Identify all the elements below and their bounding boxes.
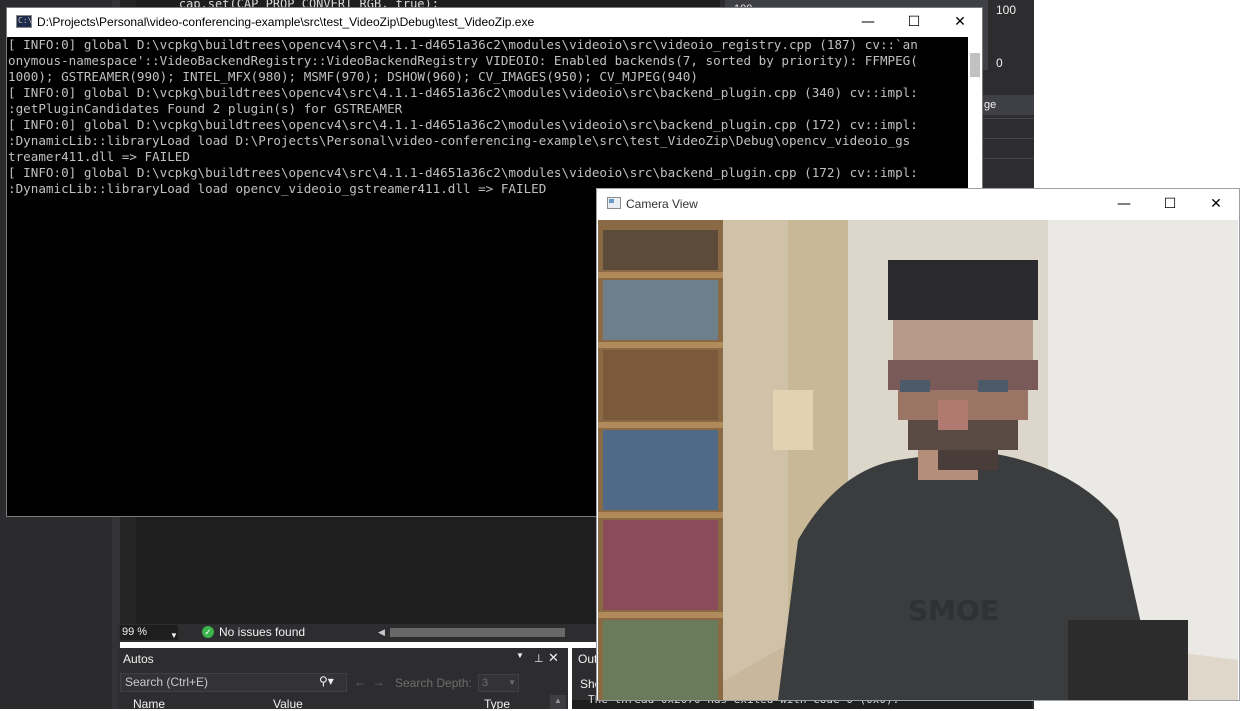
search-depth-value: 3 (482, 677, 489, 689)
maximize-button[interactable]: ☐ (891, 8, 937, 37)
console-scrollbar-thumb[interactable] (970, 53, 980, 77)
chevron-down-icon[interactable]: ▼ (516, 651, 524, 660)
minimize-button[interactable]: — (1101, 189, 1147, 219)
property-max-value: 100 (996, 3, 1017, 17)
pin-icon[interactable]: ⊥ (534, 652, 544, 665)
console-line: :DynamicLib::libraryLoad load D:\Project… (8, 133, 911, 148)
console-icon-label: C:\ (18, 16, 33, 25)
camera-title-bar[interactable]: Camera View — ☐ ✕ (597, 189, 1239, 219)
vertical-scrollbar[interactable]: ▲ (550, 695, 566, 709)
scroll-up-icon[interactable]: ▲ (554, 696, 562, 705)
camera-video-frame: SMOE (598, 220, 1238, 700)
autos-search-input[interactable]: Search (Ctrl+E) ⚲▾ (120, 673, 347, 692)
output-title[interactable]: Out (578, 652, 597, 666)
camera-window-title: Camera View (626, 197, 698, 211)
console-line: [ INFO:0] global D:\vcpkg\buildtrees\ope… (8, 37, 918, 52)
close-icon[interactable]: ✕ (548, 650, 559, 666)
zoom-level: 99 % (122, 626, 148, 638)
window-app-icon[interactable] (607, 197, 621, 209)
console-line: treamer411.dll => FAILED (8, 149, 190, 164)
property-min-value: 0 (996, 56, 1003, 70)
scroll-left-icon[interactable]: ◀ (378, 627, 385, 638)
close-button[interactable]: ✕ (937, 8, 983, 37)
property-header-label: ge (984, 99, 997, 111)
chevron-down-icon: ▼ (170, 631, 178, 640)
autos-panel: Autos ▼ ⊥ ✕ Search (Ctrl+E) ⚲▾ ← → Searc… (118, 648, 568, 711)
maximize-button[interactable]: ☐ (1147, 189, 1193, 219)
autos-title[interactable]: Autos (123, 652, 154, 666)
console-line: [ INFO:0] global D:\vcpkg\buildtrees\ope… (8, 117, 918, 132)
check-circle-icon: ✓ (202, 626, 214, 638)
search-back-forward-icons[interactable]: ← → (354, 675, 385, 689)
shirt-text: SMOE (908, 594, 999, 627)
camera-view-window: Camera View — ☐ ✕ SMOE (596, 188, 1240, 701)
console-line: [ INFO:0] global D:\vcpkg\buildtrees\ope… (8, 85, 918, 100)
search-placeholder: Search (Ctrl+E) (125, 675, 209, 689)
minimize-button[interactable]: — (845, 8, 891, 37)
close-button[interactable]: ✕ (1193, 189, 1239, 219)
webcam-image: SMOE (598, 220, 1238, 700)
chevron-down-icon: ▼ (508, 678, 516, 687)
console-line: [ INFO:0] global D:\vcpkg\buildtrees\ope… (8, 165, 918, 180)
search-depth-label: Search Depth: (395, 676, 472, 690)
console-line: 1000); GSTREAMER(990); INTEL_MFX(980); M… (8, 69, 698, 84)
console-line: :getPluginCandidates Found 2 plugin(s) f… (8, 101, 403, 116)
console-app-icon[interactable]: C:\ (16, 15, 32, 28)
issues-status[interactable]: No issues found (219, 625, 305, 639)
search-depth-dropdown[interactable]: 3 ▼ (478, 674, 519, 692)
console-title-bar[interactable]: C:\ D:\Projects\Personal\video-conferenc… (7, 8, 982, 37)
console-window-title: D:\Projects\Personal\video-conferencing-… (37, 15, 535, 29)
console-line: onymous-namespace'::VideoBackendRegistry… (8, 53, 918, 68)
horizontal-scrollbar-thumb[interactable] (390, 628, 565, 637)
search-icon[interactable]: ⚲▾ (319, 674, 334, 688)
editor-status-bar: 99 % ▼ ✓ No issues found ◀ (118, 624, 608, 642)
zoom-dropdown[interactable]: 99 % ▼ (120, 625, 178, 640)
